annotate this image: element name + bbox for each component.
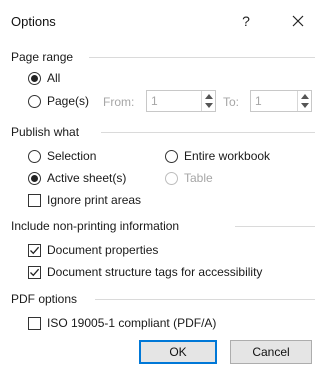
radio-active-sheets-label: Active sheet(s) [47, 171, 127, 185]
to-spin-arrows[interactable] [297, 91, 311, 111]
from-spin-arrows[interactable] [201, 91, 215, 111]
divider [101, 132, 315, 133]
radio-all-button[interactable] [28, 71, 41, 85]
page-range-group: Page range [11, 50, 315, 64]
checkmark-icon [30, 268, 40, 276]
ok-button[interactable]: OK [139, 340, 217, 364]
spin-down-icon[interactable] [301, 103, 309, 108]
radio-pages[interactable]: Page(s) [28, 94, 89, 108]
to-value: 1 [255, 94, 262, 108]
radio-table-label: Table [184, 171, 213, 185]
radio-active-sheets-button[interactable] [28, 171, 41, 185]
pdf-options-group: PDF options [11, 292, 315, 306]
checkmark-icon [30, 246, 40, 254]
iso-label: ISO 19005-1 compliant (PDF/A) [47, 316, 217, 330]
to-stepper[interactable]: 1 [250, 90, 312, 112]
ignore-print-areas-option[interactable]: Ignore print areas [28, 193, 141, 207]
doc-properties-label: Document properties [47, 243, 159, 257]
from-stepper[interactable]: 1 [146, 90, 216, 112]
spin-up-icon[interactable] [301, 94, 309, 99]
radio-pages-button[interactable] [28, 94, 41, 108]
dialog-title: Options [11, 14, 56, 29]
radio-all-label: All [47, 71, 61, 85]
radio-table: Table [165, 171, 213, 185]
from-label: From: [103, 95, 135, 109]
spin-down-icon[interactable] [205, 103, 213, 108]
doc-structure-checkbox[interactable] [28, 265, 41, 279]
divider [95, 299, 315, 300]
ignore-print-areas-label: Ignore print areas [47, 193, 142, 207]
radio-selection-label: Selection [47, 149, 97, 163]
spin-up-icon[interactable] [205, 94, 213, 99]
radio-selection[interactable]: Selection [28, 149, 96, 163]
non-printing-heading: Include non-printing information [11, 219, 180, 233]
doc-properties-option[interactable]: Document properties [28, 243, 158, 257]
options-dialog: Options ? Page range All Page(s) From: 1… [0, 0, 315, 373]
doc-structure-label: Document structure tags for accessibilit… [47, 265, 263, 279]
divider [89, 57, 315, 58]
radio-table-button [165, 171, 178, 185]
radio-entire-workbook-button[interactable] [165, 149, 178, 163]
ignore-print-areas-checkbox[interactable] [28, 193, 41, 207]
to-label: To: [223, 95, 240, 109]
radio-entire-workbook-label: Entire workbook [184, 149, 271, 163]
publish-what-group: Publish what [11, 125, 315, 139]
radio-pages-label: Page(s) [47, 94, 90, 108]
doc-structure-option[interactable]: Document structure tags for accessibilit… [28, 265, 262, 279]
divider [235, 226, 315, 227]
close-button[interactable] [286, 10, 310, 32]
radio-selection-button[interactable] [28, 149, 41, 163]
non-printing-group: Include non-printing information [11, 219, 315, 233]
page-range-heading: Page range [11, 50, 74, 64]
iso-checkbox[interactable] [28, 316, 41, 330]
radio-all[interactable]: All [28, 71, 60, 85]
radio-active-sheets[interactable]: Active sheet(s) [28, 171, 126, 185]
from-value: 1 [151, 94, 158, 108]
title-bar: Options ? [0, 0, 315, 40]
publish-what-heading: Publish what [11, 125, 80, 139]
help-button[interactable]: ? [236, 10, 256, 32]
iso-option[interactable]: ISO 19005-1 compliant (PDF/A) [28, 316, 216, 330]
pdf-options-heading: PDF options [11, 292, 78, 306]
radio-entire-workbook[interactable]: Entire workbook [165, 149, 270, 163]
cancel-button[interactable]: Cancel [230, 340, 312, 364]
doc-properties-checkbox[interactable] [28, 243, 41, 257]
close-icon [292, 15, 304, 27]
